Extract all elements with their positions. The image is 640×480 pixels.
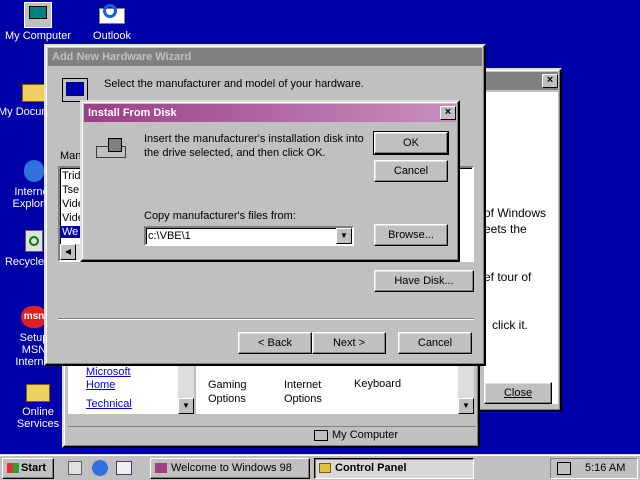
wizard-titlebar: Add New Hardware Wizard <box>48 48 482 66</box>
chevron-down-icon[interactable]: ▼ <box>336 228 352 244</box>
scroll-down-arrow[interactable]: ▼ <box>178 398 194 414</box>
install-from-disk-dialog: Install From Disk × Insert the manufactu… <box>80 100 460 262</box>
next-label: Next > <box>332 337 366 349</box>
path-combobox[interactable]: c:\VBE\1 ▼ <box>144 226 354 246</box>
content-scrollbar[interactable]: ▼ <box>458 364 474 414</box>
have-disk-label: Have Disk... <box>394 275 454 287</box>
wizard-cancel-button[interactable]: Cancel <box>398 332 472 354</box>
list-item[interactable]: Trid <box>62 170 81 182</box>
install-titlebar: Install From Disk <box>84 104 456 122</box>
horizontal-scrollbar[interactable]: ◀ <box>60 244 80 260</box>
quick-launch <box>60 459 140 477</box>
browse-button[interactable]: Browse... <box>374 224 448 246</box>
task-label: Welcome to Windows 98 <box>171 462 292 474</box>
desktop-icon-label: Online Services <box>16 406 60 430</box>
desktop-icon-my-computer[interactable]: My Computer <box>2 2 74 42</box>
have-disk-button[interactable]: Have Disk... <box>374 270 474 292</box>
welcome-text: eets the <box>484 222 527 236</box>
back-button[interactable]: < Back <box>238 332 312 354</box>
welcome-text: of Windows <box>484 206 547 220</box>
control-panel-window: Microsoft Home Technical ▼ Gaming Option… <box>62 352 480 448</box>
list-item-selected[interactable]: We <box>60 226 80 238</box>
status-bar: My Computer <box>68 426 476 444</box>
close-icon[interactable]: × <box>542 74 558 88</box>
status-text: My Computer <box>332 429 399 441</box>
path-value[interactable]: c:\VBE\1 <box>148 230 191 242</box>
wizard-divider <box>58 318 474 320</box>
welcome-close-button[interactable]: Close <box>484 382 552 404</box>
computer-icon <box>314 430 328 441</box>
windows-logo-icon <box>7 463 19 474</box>
keyboard-item[interactable]: Keyboard <box>354 378 401 390</box>
start-label: Start <box>21 462 47 474</box>
microsoft-home-link[interactable]: Microsoft Home <box>86 366 156 392</box>
welcome-text: click it. <box>492 318 528 332</box>
browse-label: Browse... <box>388 229 434 241</box>
tray-icon[interactable] <box>557 462 571 475</box>
cancel-label: Cancel <box>393 165 429 177</box>
outlook-icon <box>97 2 127 28</box>
desktop-icon-label: Outlook <box>93 30 131 42</box>
control-panel-task-icon <box>319 463 331 474</box>
next-button[interactable]: Next > <box>312 332 386 354</box>
internet-explorer-icon[interactable] <box>92 460 108 476</box>
task-label: Control Panel <box>335 462 407 474</box>
disk-drive-icon <box>96 138 126 160</box>
scroll-left-arrow[interactable]: ◀ <box>60 244 76 260</box>
ok-button[interactable]: OK <box>373 131 449 155</box>
task-control-panel[interactable]: Control Panel <box>314 458 474 479</box>
show-desktop-icon[interactable] <box>68 461 82 475</box>
close-button-label: Close <box>503 387 533 399</box>
desktop-icon-outlook[interactable]: Outlook <box>76 2 148 42</box>
internet-options-item[interactable]: Internet Options <box>284 378 330 406</box>
welcome-task-icon <box>155 463 167 474</box>
scroll-down-arrow[interactable]: ▼ <box>458 398 474 414</box>
folder-icon <box>24 378 52 404</box>
close-icon[interactable]: × <box>440 106 456 120</box>
welcome-content: of Windows eets the ef tour of click it. <box>484 92 558 404</box>
cancel-label: Cancel <box>417 337 453 349</box>
sidebar-scrollbar[interactable]: ▼ <box>178 364 194 414</box>
copy-from-label: Copy manufacturer's files from: <box>144 210 296 222</box>
install-message: Insert the manufacturer's installation d… <box>144 133 364 159</box>
taskbar: Start Welcome to Windows 98 Control Pane… <box>0 454 640 480</box>
control-panel-content: Gaming Options Internet Options Keyboard <box>196 364 458 414</box>
technical-link[interactable]: Technical <box>86 398 132 410</box>
gaming-options-item[interactable]: Gaming Options <box>208 378 254 406</box>
monitor-icon <box>62 78 88 102</box>
welcome-text: ef tour of <box>484 270 532 284</box>
task-welcome[interactable]: Welcome to Windows 98 <box>150 458 310 479</box>
start-button[interactable]: Start <box>2 458 54 479</box>
desktop-icon-label: My Computer <box>2 30 74 42</box>
control-panel-sidebar: Microsoft Home Technical <box>68 364 178 414</box>
list-item[interactable]: Tse <box>62 184 79 196</box>
system-tray: 5:16 AM <box>550 458 638 479</box>
wizard-instruction: Select the manufacturer and model of you… <box>104 78 364 90</box>
back-label: < Back <box>258 337 292 349</box>
ok-label: OK <box>403 137 419 149</box>
outlook-express-icon[interactable] <box>116 461 132 475</box>
clock: 5:16 AM <box>585 462 626 474</box>
my-computer-icon <box>24 2 52 28</box>
install-cancel-button[interactable]: Cancel <box>374 160 448 182</box>
